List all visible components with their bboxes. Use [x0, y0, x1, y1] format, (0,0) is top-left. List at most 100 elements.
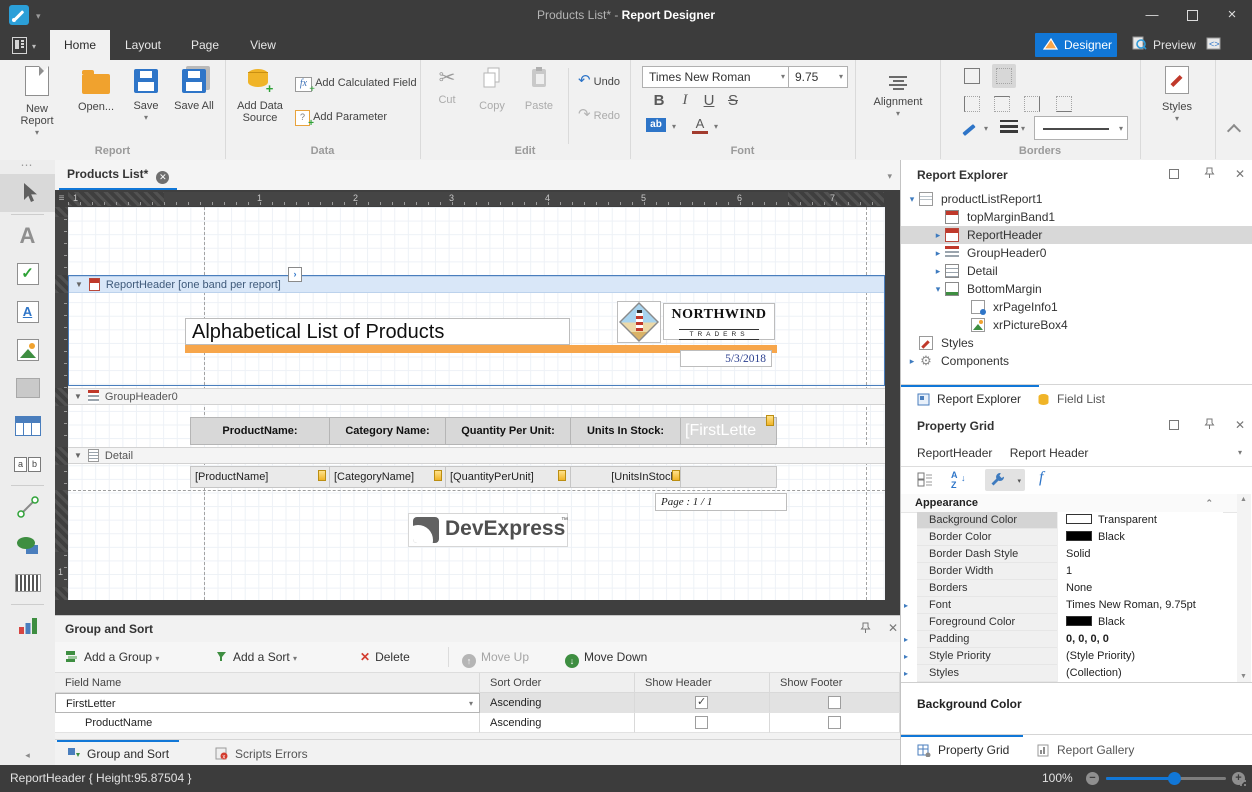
add-a-sort-button[interactable]: Add a Sort ▾ — [215, 642, 297, 672]
move-down-button[interactable]: ↓Move Down — [565, 642, 647, 672]
sort-alphabetical-icon[interactable]: AZ↓ — [951, 470, 958, 490]
smart-tag-icon[interactable] — [672, 470, 680, 481]
property-row[interactable]: ▸Styles(Collection) — [901, 665, 1237, 682]
pin-icon[interactable] — [1204, 167, 1215, 182]
paste-button[interactable]: Paste — [516, 66, 562, 112]
collapse-band-icon[interactable]: ▼ — [75, 280, 83, 289]
header-cell-first-letter[interactable]: [FirstLette — [680, 417, 777, 445]
new-report-button[interactable]: New Report▾ — [10, 66, 64, 137]
chevron-down-icon[interactable]: ▾ — [984, 124, 988, 133]
column-header-sort-order[interactable]: Sort Order — [480, 673, 635, 693]
toolbox-collapse-icon[interactable]: ◂ — [0, 750, 55, 761]
redo-button[interactable]: ↷ Redo — [578, 106, 620, 124]
tab-page[interactable]: Page — [176, 30, 234, 60]
header-cell-category-name[interactable]: Category Name: — [329, 417, 446, 445]
expand-icon[interactable]: ▸ — [904, 597, 916, 614]
chevron-down-icon[interactable]: ▾ — [1021, 124, 1025, 133]
add-calculated-field-button[interactable]: fx Add Calculated Field — [295, 74, 417, 92]
highlight-color-button[interactable]: ab — [646, 118, 666, 132]
border-width-icon[interactable] — [1000, 120, 1018, 133]
sort-row-sort-order[interactable]: Ascending — [480, 713, 635, 733]
ruler-corner-icon[interactable]: ≡ — [55, 192, 68, 206]
add-data-source-button[interactable]: +Add Data Source — [232, 66, 288, 124]
selected-object-combo[interactable]: ReportHeader Report Header ▾ — [901, 440, 1252, 467]
tab-group-and-sort[interactable]: Group and Sort — [67, 740, 169, 767]
border-none-button[interactable] — [992, 64, 1016, 88]
underline-button[interactable]: U — [698, 92, 720, 109]
collapse-band-icon[interactable]: ▼ — [74, 392, 82, 401]
property-row[interactable]: ▸Style Priority(Style Priority) — [901, 648, 1237, 665]
header-cell-quantity-per-unit[interactable]: Quantity Per Unit: — [445, 417, 571, 445]
property-row[interactable]: Border Dash StyleSolid — [901, 546, 1237, 563]
band-strip-report-header[interactable]: ▼ ReportHeader [one band per report] — [69, 276, 884, 293]
mode-scripts-button[interactable]: <>Scripts — [1198, 33, 1252, 57]
detail-cell-category-name[interactable]: [CategoryName] — [329, 466, 446, 488]
tree-item-components[interactable]: ▸⚙Components — [901, 352, 1252, 370]
zoom-slider-thumb[interactable] — [1168, 772, 1181, 785]
category-appearance[interactable]: Appearance ⌃ — [901, 494, 1237, 513]
collapse-ribbon-icon[interactable] — [1227, 124, 1241, 138]
tree-item-report-header[interactable]: ▸ReportHeader — [901, 226, 1252, 244]
bold-button[interactable]: B — [648, 92, 670, 109]
categorized-view-icon[interactable] — [917, 472, 933, 492]
border-left-button[interactable] — [962, 94, 982, 114]
smart-tag-button[interactable]: › — [288, 267, 302, 282]
scrollbar[interactable]: ▲ ▼ — [1237, 494, 1251, 682]
header-cell-product-name[interactable]: ProductName: — [190, 417, 330, 445]
chevron-down-icon[interactable]: ▾ — [672, 122, 676, 131]
document-tab-products-list[interactable]: Products List*✕ — [59, 160, 177, 190]
chevron-right-icon[interactable]: ▸ — [905, 356, 919, 367]
tab-list-dropdown-icon[interactable]: ▾ — [887, 171, 892, 182]
chevron-down-icon[interactable]: ▾ — [931, 284, 945, 295]
border-right-button[interactable] — [1022, 94, 1042, 114]
close-panel-icon[interactable]: ✕ — [1235, 418, 1245, 432]
toolbox-picturebox-tool[interactable] — [0, 331, 55, 369]
save-button[interactable]: Save▾ — [126, 66, 166, 122]
tree-item-bottom-margin[interactable]: ▾BottomMargin — [901, 280, 1252, 298]
maximize-panel-icon[interactable] — [1169, 168, 1179, 182]
band-strip-detail[interactable]: ▼ Detail — [68, 447, 885, 464]
report-page[interactable]: ▼ ReportHeader [one band per report] › A… — [68, 207, 885, 600]
application-menu-button[interactable]: ▾ — [8, 34, 44, 56]
minimize-button[interactable]: — — [1132, 0, 1172, 30]
chevron-down-icon[interactable]: ▾ — [905, 194, 919, 205]
tree-item-picture-box[interactable]: xrPictureBox4 — [901, 316, 1252, 334]
styles-button[interactable]: Styles▾ — [1150, 66, 1204, 123]
page-info-label[interactable]: Page : 1 / 1 — [655, 493, 787, 511]
column-header-show-footer[interactable]: Show Footer — [770, 673, 900, 693]
expand-icon[interactable]: ▸ — [904, 631, 916, 648]
detail-cell-units-in-stock[interactable]: [UnitsInStock — [570, 466, 681, 488]
smart-tag-icon[interactable] — [434, 470, 442, 481]
column-header-field-name[interactable]: Field Name — [55, 673, 480, 693]
report-date-label[interactable]: 5/3/2018 — [680, 350, 772, 367]
detail-cell-quantity-per-unit[interactable]: [QuantityPerUnit] — [445, 466, 571, 488]
toolbox-label-tool[interactable]: A — [0, 217, 55, 255]
property-row[interactable]: ▸Padding0, 0, 0, 0 — [901, 631, 1237, 648]
toolbox-panel-tool[interactable] — [0, 369, 55, 407]
collapse-band-icon[interactable]: ▼ — [74, 451, 82, 460]
toolbox-shape-tool[interactable] — [0, 526, 55, 564]
tab-layout[interactable]: Layout — [110, 30, 176, 60]
devexpress-logo[interactable]: DevExpress ™ — [408, 513, 568, 547]
chevron-down-icon[interactable]: ▾ — [714, 122, 718, 131]
wrench-button[interactable]: ▾ — [985, 469, 1025, 491]
expressions-icon[interactable]: f — [1039, 469, 1043, 487]
font-size-combo[interactable]: 9.75▾ — [788, 66, 848, 88]
property-row[interactable]: Border Width1 — [901, 563, 1237, 580]
tab-report-explorer[interactable]: Report Explorer — [917, 385, 1021, 413]
copy-button[interactable]: Copy — [470, 66, 514, 112]
close-tab-icon[interactable]: ✕ — [156, 171, 169, 184]
property-row[interactable]: Foreground ColorBlack — [901, 614, 1237, 631]
detail-cell-first-letter-empty[interactable] — [680, 466, 777, 488]
property-row[interactable]: Border ColorBlack — [901, 529, 1237, 546]
toolbox-table-tool[interactable] — [0, 407, 55, 445]
tab-view[interactable]: View — [234, 30, 292, 60]
northwind-logo-diamond-box[interactable] — [617, 301, 661, 343]
border-color-pen-icon[interactable] — [962, 124, 975, 136]
pin-icon[interactable] — [860, 622, 871, 637]
show-header-checkbox[interactable] — [695, 696, 708, 709]
tree-item-product-list-report[interactable]: ▾productListReport1 — [901, 190, 1252, 208]
tab-scripts-errors[interactable]: xScripts Errors — [215, 740, 308, 767]
toolbox-line-tool[interactable] — [0, 488, 55, 526]
tree-item-detail[interactable]: ▸Detail — [901, 262, 1252, 280]
